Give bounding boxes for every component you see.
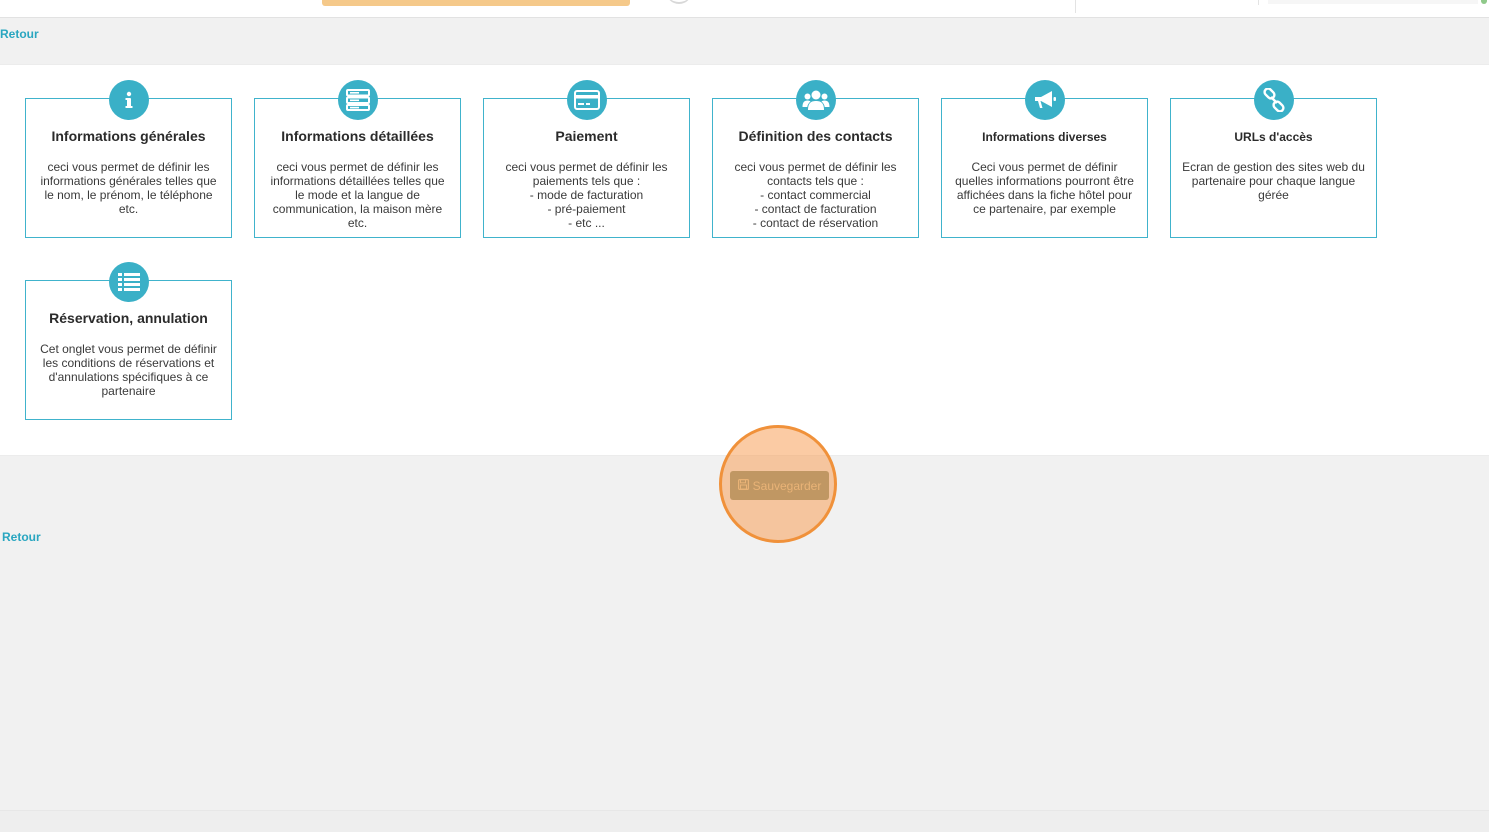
save-button[interactable]: Sauvegarder bbox=[730, 471, 829, 500]
megaphone-icon bbox=[1025, 80, 1065, 120]
card-title: Réservation, annulation bbox=[49, 310, 208, 326]
floppy-disk-icon bbox=[737, 478, 749, 493]
card-description: ceci vous permet de définir les contacts… bbox=[734, 160, 897, 230]
header-search-strip[interactable] bbox=[322, 0, 630, 6]
users-icon bbox=[796, 80, 836, 120]
card-booking-cancellation[interactable]: Réservation, annulation Cet onglet vous … bbox=[25, 262, 232, 420]
card-contacts[interactable]: Définition des contacts ceci vous permet… bbox=[712, 80, 919, 238]
credit-card-icon bbox=[567, 80, 607, 120]
footer bbox=[0, 810, 1489, 832]
header-divider bbox=[1258, 0, 1259, 5]
card-description: ceci vous permet de définir les paiement… bbox=[505, 160, 668, 230]
card-general-info[interactable]: Informations générales ceci vous permet … bbox=[25, 80, 232, 238]
partner-sections-panel: Informations générales ceci vous permet … bbox=[0, 64, 1489, 456]
card-description: Ecran de gestion des sites web du parten… bbox=[1182, 160, 1365, 202]
card-title: Paiement bbox=[555, 128, 618, 144]
card-detailed-info[interactable]: Informations détaillées ceci vous permet… bbox=[254, 80, 461, 238]
card-access-urls[interactable]: URLs d'accès Ecran de gestion des sites … bbox=[1170, 80, 1377, 238]
top-header bbox=[0, 0, 1489, 18]
card-payment[interactable]: Paiement ceci vous permet de définir les… bbox=[483, 80, 690, 238]
card-title: Informations générales bbox=[51, 128, 206, 144]
card-description: Ceci vous permet de définir quelles info… bbox=[955, 160, 1134, 216]
header-divider bbox=[1075, 0, 1076, 13]
card-description: Cet onglet vous permet de définir les co… bbox=[40, 342, 217, 398]
back-link-bottom[interactable]: Retour bbox=[2, 530, 41, 544]
save-button-label: Sauvegarder bbox=[752, 478, 822, 493]
server-list-icon bbox=[338, 80, 378, 120]
card-title: Définition des contacts bbox=[738, 128, 893, 144]
card-title: Informations détaillées bbox=[281, 128, 434, 144]
info-icon bbox=[109, 80, 149, 120]
status-indicator bbox=[1481, 0, 1487, 4]
card-misc-info[interactable]: Informations diverses Ceci vous permet d… bbox=[941, 80, 1148, 238]
card-description: ceci vous permet de définir les informat… bbox=[40, 160, 217, 216]
card-description: ceci vous permet de définir les informat… bbox=[270, 160, 445, 230]
back-link-top[interactable]: Retour bbox=[0, 27, 39, 41]
list-icon bbox=[109, 262, 149, 302]
avatar[interactable] bbox=[666, 0, 692, 4]
link-icon bbox=[1254, 80, 1294, 120]
card-title: Informations diverses bbox=[982, 130, 1107, 144]
card-title: URLs d'accès bbox=[1234, 130, 1313, 144]
header-user-area[interactable] bbox=[1268, 0, 1478, 4]
